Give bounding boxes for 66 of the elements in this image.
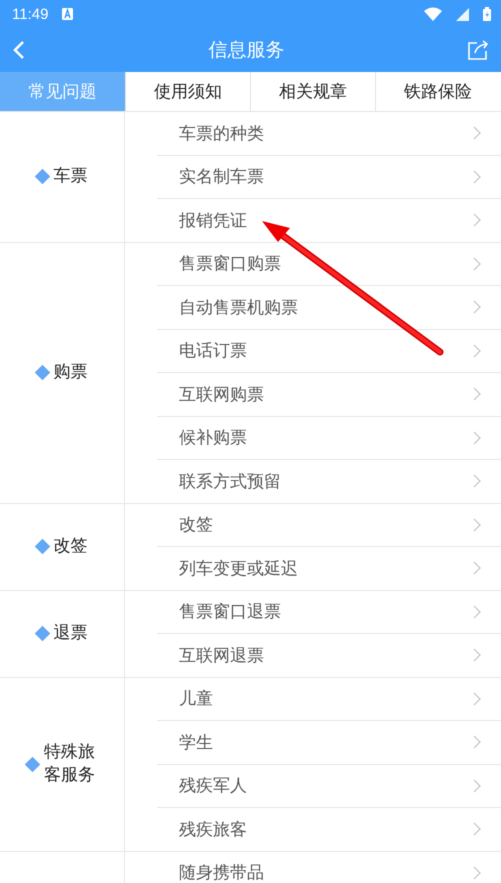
list-item[interactable]: 随身携带品	[157, 852, 501, 883]
chevron-icon	[473, 692, 481, 706]
notification-icon	[62, 8, 74, 20]
back-icon[interactable]	[12, 40, 26, 60]
list-item[interactable]: 残疾军人	[157, 764, 501, 807]
item-label: 互联网购票	[179, 384, 265, 406]
list-item[interactable]: 互联网退票	[157, 633, 501, 676]
chevron-icon	[473, 213, 481, 228]
chevron-icon	[473, 604, 481, 619]
item-label: 互联网退票	[179, 644, 265, 667]
item-label: 随身携带品	[179, 862, 265, 883]
chevron-icon	[473, 822, 481, 836]
page-title: 信息服务	[208, 38, 286, 63]
chevron-icon	[473, 126, 481, 140]
chevron-icon	[473, 518, 481, 532]
category-label: 退票	[54, 622, 88, 645]
item-label: 实名制车票	[179, 166, 265, 188]
list-item[interactable]: 车票的种类	[157, 112, 501, 154]
item-label: 售票窗口退票	[179, 601, 282, 624]
item-label: 列车变更或延迟	[179, 558, 299, 580]
chevron-icon	[473, 648, 481, 662]
category-label: 特殊旅客服务	[44, 741, 96, 787]
category-label: 改签	[54, 535, 88, 558]
item-label: 联系方式预留	[179, 470, 282, 493]
list-item[interactable]: 联系方式预留	[157, 459, 501, 502]
item-label: 改签	[179, 514, 214, 536]
list-item[interactable]: 学生	[157, 720, 501, 764]
chevron-icon	[473, 735, 481, 750]
item-label: 儿童	[179, 688, 214, 710]
list-item[interactable]: 互联网购票	[157, 372, 501, 416]
item-label: 售票窗口购票	[179, 253, 282, 276]
item-label: 学生	[179, 732, 214, 754]
chevron-icon	[473, 344, 481, 358]
list-item[interactable]: 残疾旅客	[157, 807, 501, 850]
list-item[interactable]: 儿童	[157, 678, 501, 720]
list-item[interactable]: 候补购票	[157, 416, 501, 459]
item-label: 电话订票	[179, 340, 248, 362]
list-item[interactable]: 电话订票	[157, 328, 501, 372]
chevron-icon	[473, 300, 481, 314]
share-icon[interactable]	[467, 39, 489, 61]
chevron-icon	[473, 474, 481, 488]
list-item[interactable]: 自动售票机购票	[157, 285, 501, 328]
chevron-icon	[473, 430, 481, 445]
status-time: 11:49	[12, 6, 48, 22]
chevron-icon	[473, 778, 481, 793]
item-label: 候补购票	[179, 427, 248, 450]
list-item[interactable]: 列车变更或延迟	[157, 546, 501, 590]
chevron-icon	[473, 387, 481, 402]
wifi-icon	[424, 7, 442, 21]
chevron-icon	[473, 866, 481, 880]
category-label: 购票	[54, 361, 88, 384]
chevron-icon	[473, 256, 481, 271]
list-item[interactable]: 售票窗口购票	[157, 242, 501, 285]
item-label: 报销凭证	[179, 210, 248, 232]
item-label: 残疾军人	[179, 775, 248, 798]
list-item[interactable]: 售票窗口退票	[157, 590, 501, 633]
chevron-icon	[473, 170, 481, 184]
item-label: 残疾旅客	[179, 818, 248, 841]
chevron-icon	[473, 561, 481, 576]
category-label: 车票	[54, 165, 88, 188]
item-label: 自动售票机购票	[179, 296, 299, 319]
list-item[interactable]: 实名制车票	[157, 154, 501, 198]
battery-icon	[483, 7, 491, 21]
signal-icon	[456, 8, 469, 20]
list-item[interactable]: 改签	[157, 504, 501, 546]
item-label: 车票的种类	[179, 122, 265, 145]
